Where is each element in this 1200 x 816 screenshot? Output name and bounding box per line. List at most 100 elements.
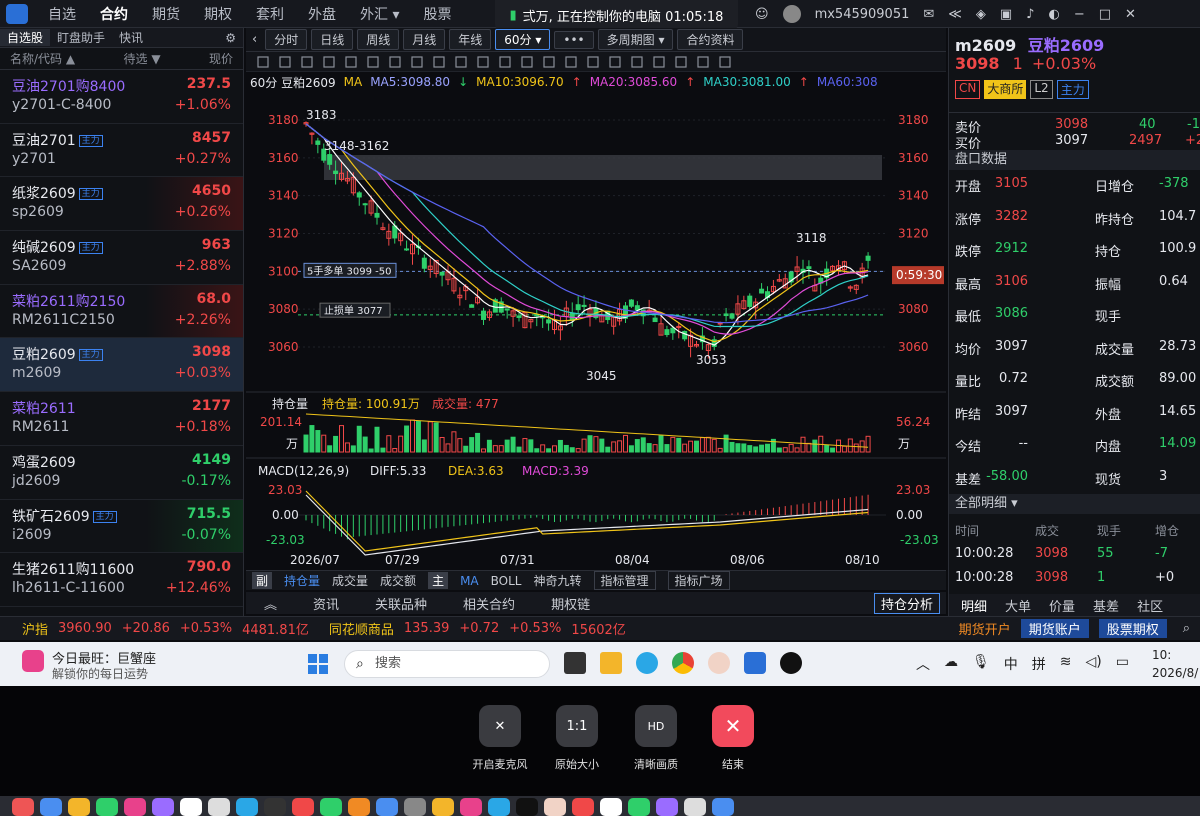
draw-tool-icon[interactable]: [543, 56, 555, 68]
period-7[interactable]: 多周期图 ▾: [597, 29, 674, 50]
battery-icon[interactable]: ▭: [1116, 654, 1129, 674]
period-1[interactable]: 日线: [311, 29, 354, 50]
folder-icon[interactable]: [600, 652, 622, 674]
draw-tool-icon[interactable]: [609, 56, 621, 68]
avatar[interactable]: [782, 5, 801, 23]
dock-app-icon[interactable]: [628, 798, 650, 816]
taskbar-search[interactable]: 搜索: [344, 650, 550, 678]
menu-item-2[interactable]: 期货: [140, 4, 192, 24]
draw-tool-icon[interactable]: [367, 56, 379, 68]
indicator-tab-6[interactable]: BOLL: [491, 574, 522, 588]
face-icon[interactable]: ☺: [755, 7, 769, 22]
clock-time[interactable]: 10:: [1152, 648, 1171, 662]
indicator-tab-2[interactable]: 成交量: [332, 572, 368, 589]
dock-app-icon[interactable]: [544, 798, 566, 816]
draw-tool-icon[interactable]: [411, 56, 423, 68]
watchlist-row[interactable]: 菜粕2611 RM2611 2177 +0.18%: [0, 392, 243, 446]
drawing-tools-icons[interactable]: [246, 52, 946, 72]
tab-news[interactable]: 快讯: [112, 29, 150, 46]
watchlist-row[interactable]: 豆粕2609 主力 m2609 3098 +0.03%: [0, 338, 243, 393]
tab-monitor[interactable]: 盯盘助手: [50, 29, 112, 46]
kline-chart[interactable]: 3180318031603160314031403120312031003100…: [246, 92, 946, 594]
tab-contracts[interactable]: 相关合约: [445, 594, 533, 613]
dock-app-icon[interactable]: [12, 798, 34, 816]
dock-app-icon[interactable]: [96, 798, 118, 816]
watchlist-row[interactable]: 豆油2701购8400 y2701-C-8400 237.5 +1.06%: [0, 70, 243, 124]
bell-icon[interactable]: ♪: [1026, 7, 1034, 22]
draw-tool-icon[interactable]: [719, 56, 731, 68]
dock-app-icon[interactable]: [600, 798, 622, 816]
menu-item-3[interactable]: 期权: [192, 4, 244, 24]
edge-icon[interactable]: [636, 652, 658, 674]
ime-lang[interactable]: 中: [1004, 654, 1018, 674]
col-price[interactable]: 现价: [209, 50, 233, 67]
indicator-tab-0[interactable]: 副: [252, 572, 273, 589]
windows-start-icon[interactable]: [308, 654, 328, 674]
draw-tool-icon[interactable]: [521, 56, 533, 68]
mic-icon[interactable]: 🎙: [972, 654, 990, 674]
draw-tool-icon[interactable]: [499, 56, 511, 68]
indicator-tab-9[interactable]: 指标广场: [667, 571, 730, 590]
draw-tool-icon[interactable]: [257, 56, 269, 68]
dock-app-icon[interactable]: [208, 798, 230, 816]
position-analysis-button[interactable]: 持仓分析: [873, 592, 940, 614]
indicator-tab-4[interactable]: 主: [428, 572, 449, 589]
hd-icon[interactable]: HD: [635, 705, 677, 747]
tab-option-chain[interactable]: 期权链: [533, 594, 608, 613]
taskview-icon[interactable]: [564, 652, 586, 674]
dock-app-icon[interactable]: [152, 798, 174, 816]
indicator-tab-8[interactable]: 指标管理: [593, 571, 656, 590]
ime-mode[interactable]: 拼: [1032, 654, 1046, 674]
watchlist-row[interactable]: 生猪2611购11600 lh2611-C-11600 790.0 +12.46…: [0, 553, 243, 607]
layers-icon[interactable]: ◈: [976, 7, 986, 22]
draw-tool-icon[interactable]: [279, 56, 291, 68]
period-3[interactable]: 月线: [403, 29, 446, 50]
maximize-icon[interactable]: □: [1099, 7, 1111, 22]
gift-icon[interactable]: ▣: [1000, 7, 1012, 22]
tab-related[interactable]: 关联品种: [357, 594, 445, 613]
menu-item-6[interactable]: 外汇 ▾: [348, 4, 411, 24]
menu-item-4[interactable]: 套利: [244, 4, 296, 24]
dock-app-icon[interactable]: [516, 798, 538, 816]
draw-tool-icon[interactable]: [653, 56, 665, 68]
dock-app-icon[interactable]: [376, 798, 398, 816]
ratio-icon[interactable]: 1:1: [556, 705, 598, 747]
period-2[interactable]: 周线: [357, 29, 400, 50]
qq-icon[interactable]: [780, 652, 802, 674]
watchlist-row[interactable]: 纸浆2609 主力 sp2609 4650 +0.26%: [0, 177, 243, 232]
news-subtitle[interactable]: 解锁你的每日运势: [52, 665, 148, 682]
chevron-left-icon[interactable]: ‹: [252, 32, 257, 47]
futures-account-button[interactable]: 期货账户: [1020, 619, 1089, 638]
detail-tab-1[interactable]: 大单: [1005, 596, 1031, 615]
dock-app-icon[interactable]: [292, 798, 314, 816]
indicator-tab-3[interactable]: 成交额: [380, 572, 416, 589]
draw-tool-icon[interactable]: [631, 56, 643, 68]
dock-app-icon[interactable]: [684, 798, 706, 816]
open-account-link[interactable]: 期货开户: [959, 619, 1011, 638]
options-button[interactable]: 股票期权: [1098, 619, 1167, 638]
menu-item-1[interactable]: 合约: [88, 4, 140, 24]
tab-watchlist[interactable]: 自选股: [0, 29, 51, 46]
draw-tool-icon[interactable]: [455, 56, 467, 68]
menu-item-5[interactable]: 外盘: [296, 4, 348, 24]
indicator-tab-5[interactable]: MA: [460, 574, 479, 588]
dock-app-icon[interactable]: [432, 798, 454, 816]
skin-icon[interactable]: ◐: [1048, 7, 1059, 22]
dock-app-icon[interactable]: [180, 798, 202, 816]
trades-title[interactable]: 全部明细 ▾: [949, 494, 1200, 514]
detail-tab-0[interactable]: 明细: [961, 596, 987, 615]
detail-tab-3[interactable]: 基差: [1093, 596, 1119, 615]
dock-app-icon[interactable]: [68, 798, 90, 816]
period-5[interactable]: 60分 ▾: [495, 29, 551, 50]
dock-app-icon[interactable]: [460, 798, 482, 816]
period-6[interactable]: •••: [554, 30, 594, 49]
col-filter[interactable]: 待选 ▼: [124, 50, 161, 67]
period-4[interactable]: 年线: [449, 29, 492, 50]
indicator-tab-7[interactable]: 神奇九转: [533, 572, 581, 589]
dock-app-icon[interactable]: [320, 798, 342, 816]
mic-off-icon[interactable]: ✕: [479, 705, 521, 747]
draw-tool-icon[interactable]: [345, 56, 357, 68]
draw-tool-icon[interactable]: [587, 56, 599, 68]
volume-icon[interactable]: ◁): [1086, 654, 1102, 674]
dock-app-icon[interactable]: [236, 798, 258, 816]
